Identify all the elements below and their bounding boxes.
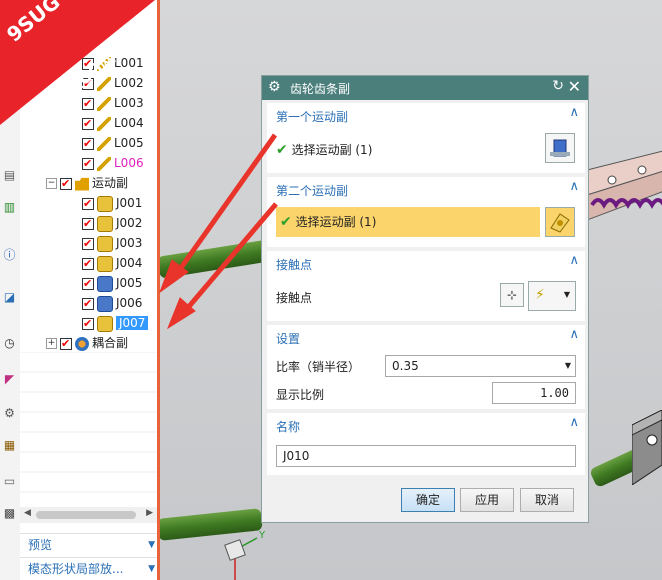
annotation-arrows (158, 133, 278, 330)
